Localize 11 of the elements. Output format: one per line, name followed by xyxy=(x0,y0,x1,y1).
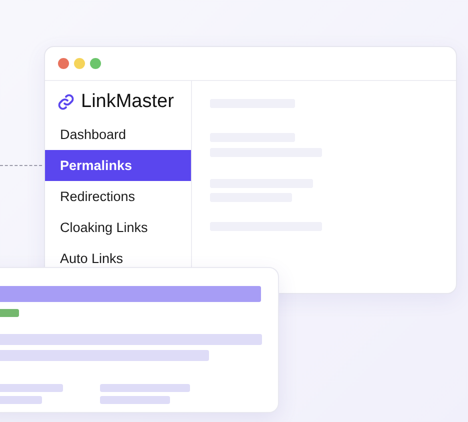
placeholder-bar xyxy=(100,396,170,404)
link-icon xyxy=(57,93,75,111)
app-name: LinkMaster xyxy=(81,91,174,113)
sidebar-item[interactable]: Cloaking Links xyxy=(45,216,191,238)
maximize-icon[interactable] xyxy=(90,58,101,69)
sidebar-item[interactable]: Redirections xyxy=(45,186,191,208)
sidebar-item[interactable]: Dashboard xyxy=(45,124,191,146)
close-icon[interactable] xyxy=(58,58,69,69)
sidebar-item[interactable]: Permalinks xyxy=(45,150,191,181)
sidebar-item[interactable]: Auto Links xyxy=(45,248,191,270)
minimize-icon[interactable] xyxy=(74,58,85,69)
